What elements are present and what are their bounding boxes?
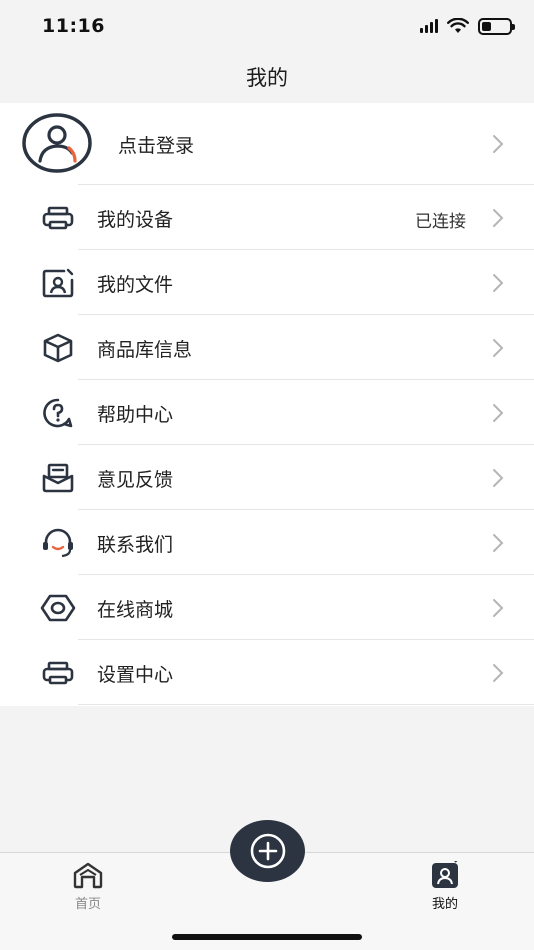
printer-settings-icon — [42, 661, 74, 685]
menu-item-contact-us[interactable]: 联系我们 — [0, 510, 534, 575]
connection-status: 已连接 — [415, 212, 466, 232]
menu-item-label: 意见反馈 — [97, 469, 174, 491]
wifi-icon — [447, 18, 469, 33]
chevron-right-icon — [493, 209, 504, 227]
menu-item-online-store[interactable]: 在线商城 — [0, 575, 534, 640]
login-label: 点击登录 — [118, 135, 195, 157]
menu-item-label: 商品库信息 — [97, 339, 193, 361]
feedback-icon — [42, 463, 74, 493]
menu-card: 点击登录 我的设备 已连接 我的文件 商品库信息 帮助中心 意见反馈 联系我们 … — [0, 103, 534, 706]
chevron-right-icon — [493, 469, 504, 487]
chevron-right-icon — [493, 404, 504, 422]
menu-item-my-devices[interactable]: 我的设备 已连接 — [0, 185, 534, 250]
status-time: 11:16 — [42, 15, 105, 37]
menu-item-feedback[interactable]: 意见反馈 — [0, 445, 534, 510]
menu-item-help-center[interactable]: 帮助中心 — [0, 380, 534, 445]
menu-item-label: 我的设备 — [97, 209, 174, 231]
tab-label: 我的 — [431, 897, 458, 912]
chevron-right-icon — [493, 274, 504, 292]
chevron-right-icon — [493, 135, 504, 153]
menu-item-label: 帮助中心 — [97, 404, 174, 426]
status-icons — [420, 17, 515, 35]
battery-icon — [478, 17, 515, 35]
chevron-right-icon — [493, 534, 504, 552]
tab-home[interactable]: 首页 — [48, 861, 128, 912]
menu-item-label: 在线商城 — [97, 599, 174, 621]
chevron-right-icon — [493, 664, 504, 682]
profile-icon — [432, 861, 458, 888]
chevron-right-icon — [493, 339, 504, 357]
plus-circle-icon — [250, 833, 285, 869]
home-indicator — [172, 934, 362, 940]
status-bar: 11:16 — [0, 0, 534, 52]
help-icon — [43, 398, 73, 428]
tab-profile[interactable]: 我的 — [405, 861, 485, 912]
menu-item-label: 我的文件 — [97, 274, 174, 296]
menu-item-label: 设置中心 — [97, 664, 174, 686]
home-icon — [73, 862, 103, 889]
menu-item-my-files[interactable]: 我的文件 — [0, 250, 534, 315]
menu-item-product-library[interactable]: 商品库信息 — [0, 315, 534, 380]
battery-fill — [482, 21, 492, 31]
shop-icon — [40, 594, 76, 622]
user-avatar-icon — [22, 113, 92, 173]
tab-label: 首页 — [74, 897, 101, 912]
box-icon — [43, 333, 73, 363]
page-title: 我的 — [246, 66, 288, 90]
headset-icon — [43, 528, 73, 558]
file-profile-icon — [42, 268, 74, 298]
chevron-right-icon — [493, 599, 504, 617]
add-button[interactable] — [230, 820, 305, 882]
printer-icon — [42, 206, 74, 230]
menu-item-settings-center[interactable]: 设置中心 — [0, 640, 534, 705]
divider — [78, 704, 534, 705]
menu-item-label: 联系我们 — [97, 534, 174, 556]
login-row[interactable]: 点击登录 — [0, 103, 534, 185]
signal-icon — [420, 19, 438, 33]
